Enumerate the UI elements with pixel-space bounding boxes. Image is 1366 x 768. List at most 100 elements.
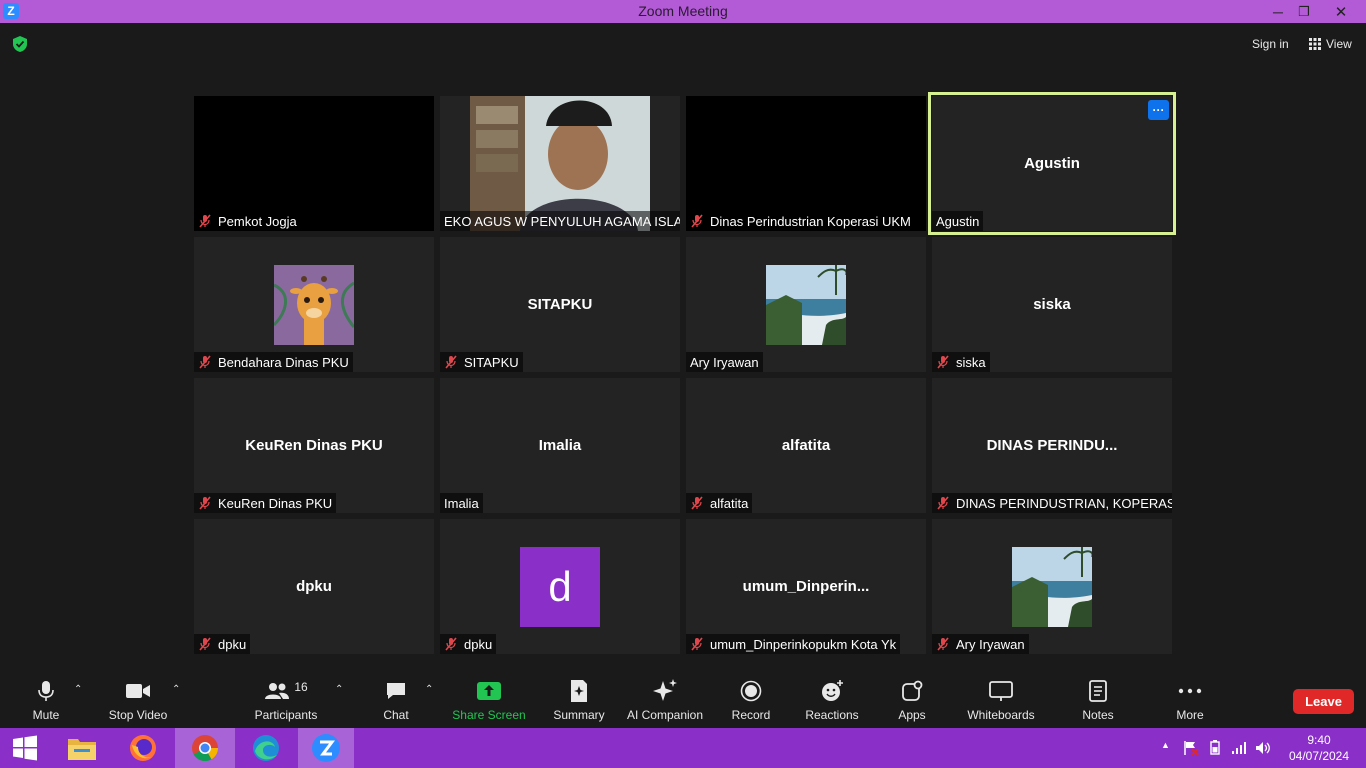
tray-overflow-icon[interactable]: ▲ xyxy=(1161,740,1170,750)
share-screen-icon xyxy=(477,682,501,700)
whiteboards-label: Whiteboards xyxy=(967,708,1035,722)
participant-tile[interactable]: Imalia Imalia xyxy=(440,378,680,513)
clock-date: 04/07/2024 xyxy=(1288,749,1350,763)
participant-name-label: Agustin xyxy=(932,211,984,231)
participant-tile[interactable]: KeuRen Dinas PKU KeuRen Dinas PKU xyxy=(194,378,434,513)
participant-tile[interactable]: dpku dpku xyxy=(194,519,434,654)
participant-display-name: Bendahara Dinas PKU xyxy=(218,354,349,370)
more-label: More xyxy=(1176,708,1204,722)
summary-label: Summary xyxy=(553,708,605,722)
record-button[interactable]: Record xyxy=(730,678,772,724)
more-button[interactable]: More xyxy=(1172,678,1208,724)
zoom-app-icon[interactable] xyxy=(298,728,354,768)
volume-icon[interactable] xyxy=(1255,740,1271,756)
whiteboards-button[interactable]: Whiteboards xyxy=(964,678,1038,724)
video-options-caret-icon[interactable]: ⌃ xyxy=(172,684,180,695)
participant-name-label: Dinas Perindustrian Koperasi UKM xyxy=(686,211,915,231)
notes-button[interactable]: Notes xyxy=(1080,678,1116,724)
chat-label: Chat xyxy=(383,708,409,722)
chrome-icon[interactable] xyxy=(175,728,235,768)
letter-avatar: d xyxy=(520,547,600,627)
participant-tile[interactable]: DINAS PERINDU... DINAS PERINDUSTRIAN, KOP… xyxy=(932,378,1172,513)
apps-icon xyxy=(902,680,923,701)
file-explorer-icon[interactable] xyxy=(52,728,112,768)
participant-display-name: Pemkot Jogja xyxy=(218,213,297,229)
view-label: View xyxy=(1326,37,1352,51)
reactions-icon xyxy=(822,680,843,701)
muted-microphone-icon xyxy=(445,637,457,651)
power-icon[interactable] xyxy=(1207,740,1223,756)
close-icon[interactable]: ✕ xyxy=(1326,0,1356,23)
beach-avatar-image xyxy=(766,265,848,345)
ai-companion-button[interactable]: AI Companion xyxy=(624,678,706,724)
apps-button[interactable]: Apps xyxy=(895,678,929,724)
more-dots-icon xyxy=(1178,688,1202,694)
participant-display-name: DINAS PERINDUSTRIAN, KOPERASI,... xyxy=(956,495,1172,511)
clock-time: 9:40 xyxy=(1307,733,1331,747)
windows-start-icon[interactable] xyxy=(0,728,50,768)
edge-icon[interactable] xyxy=(236,728,296,768)
chat-button[interactable]: Chat xyxy=(381,678,411,724)
muted-microphone-icon xyxy=(691,637,703,651)
notes-icon xyxy=(1089,680,1107,702)
muted-microphone-icon xyxy=(445,355,457,369)
sign-in-button[interactable]: Sign in xyxy=(1244,34,1297,54)
participant-tile[interactable]: Pemkot Jogja xyxy=(194,96,434,231)
participant-name-label: dpku xyxy=(194,634,251,654)
network-signal-icon[interactable] xyxy=(1231,740,1247,756)
participant-name-label: Bendahara Dinas PKU xyxy=(194,352,353,372)
window-title: Zoom Meeting xyxy=(638,3,728,19)
participants-icon xyxy=(265,683,290,699)
participant-tile[interactable]: siska siska xyxy=(932,237,1172,372)
reactions-label: Reactions xyxy=(805,708,859,722)
participant-tile[interactable]: EKO AGUS W PENYULUH AGAMA ISLA... xyxy=(440,96,680,231)
flag-notification-icon[interactable] xyxy=(1183,740,1199,756)
participant-display-name: Dinas Perindustrian Koperasi UKM xyxy=(710,213,911,229)
restore-icon[interactable]: ❐ xyxy=(1289,0,1319,23)
participant-tile[interactable]: Dinas Perindustrian Koperasi UKM xyxy=(686,96,926,231)
reactions-button[interactable]: Reactions xyxy=(804,678,860,724)
whiteboard-icon xyxy=(989,681,1013,701)
participants-label: Participants xyxy=(254,708,318,722)
chat-options-caret-icon[interactable]: ⌃ xyxy=(425,684,433,695)
encryption-shield-icon[interactable] xyxy=(11,35,29,53)
participant-tile[interactable]: d dpku xyxy=(440,519,680,654)
muted-microphone-icon xyxy=(937,355,949,369)
participant-tile[interactable]: Bendahara Dinas PKU xyxy=(194,237,434,372)
participant-name-label: dpku xyxy=(440,634,497,654)
participant-display-name: dpku xyxy=(464,636,493,652)
participants-button[interactable]: 16 Participants xyxy=(252,678,320,724)
audio-options-caret-icon[interactable]: ⌃ xyxy=(74,684,82,695)
muted-microphone-icon xyxy=(937,637,949,651)
system-clock[interactable]: 9:40 04/07/2024 xyxy=(1284,732,1354,764)
record-label: Record xyxy=(731,708,771,722)
participant-tile[interactable]: SITAPKU SITAPKU xyxy=(440,237,680,372)
participant-tile[interactable]: Agustin Agustin xyxy=(932,96,1172,231)
view-button[interactable]: View xyxy=(1301,34,1360,54)
firefox-icon[interactable] xyxy=(113,728,173,768)
participant-name-label: DINAS PERINDUSTRIAN, KOPERASI,... xyxy=(932,493,1172,513)
participant-display-name: SITAPKU xyxy=(464,354,519,370)
participant-display-name: EKO AGUS W PENYULUH AGAMA ISLA... xyxy=(444,213,680,229)
summary-button[interactable]: Summary xyxy=(550,678,608,724)
participant-tile[interactable]: Ary Iryawan xyxy=(932,519,1172,654)
share-screen-label: Share Screen xyxy=(452,708,526,722)
tile-more-options-button[interactable]: ··· xyxy=(1148,100,1169,120)
participant-tile[interactable]: umum_Dinperin... umum_Dinperinkopukm Kota… xyxy=(686,519,926,654)
participant-name-label: siska xyxy=(932,352,990,372)
participant-name-label: Imalia xyxy=(440,493,483,513)
participants-options-caret-icon[interactable]: ⌃ xyxy=(335,684,343,695)
participants-count: 16 xyxy=(294,680,308,694)
muted-microphone-icon xyxy=(199,355,211,369)
title-bar: Z Zoom Meeting ─ ❐ ✕ xyxy=(0,0,1366,23)
muted-microphone-icon xyxy=(199,637,211,651)
apps-label: Apps xyxy=(898,708,926,722)
stop-video-button[interactable]: Stop Video xyxy=(106,678,170,724)
giraffe-avatar-image xyxy=(272,265,356,345)
share-screen-button[interactable]: Share Screen xyxy=(452,678,526,724)
participant-tile[interactable]: Ary Iryawan xyxy=(686,237,926,372)
mute-button[interactable]: Mute xyxy=(28,678,64,724)
leave-button[interactable]: Leave xyxy=(1293,689,1354,714)
notes-label: Notes xyxy=(1082,708,1114,722)
participant-tile[interactable]: alfatita alfatita xyxy=(686,378,926,513)
